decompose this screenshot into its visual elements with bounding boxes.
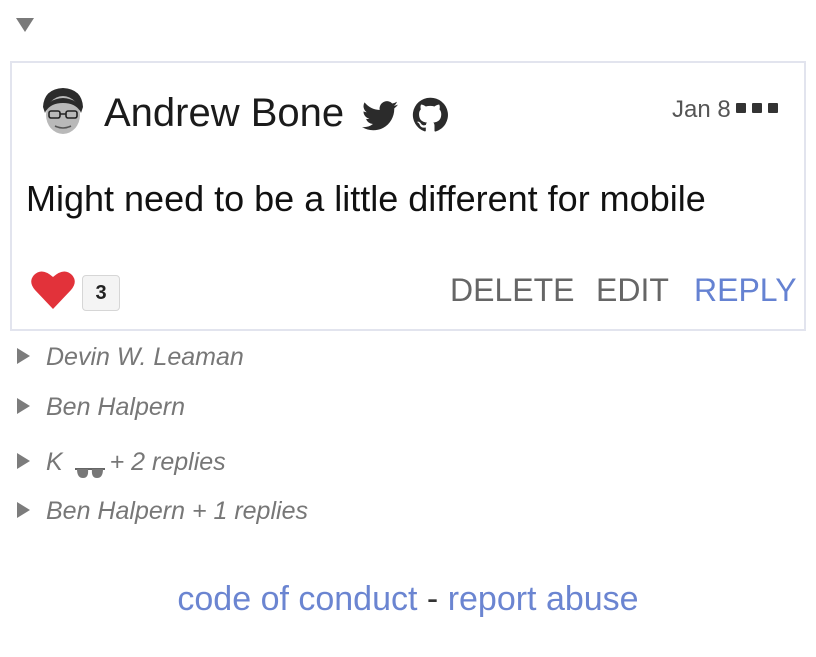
expand-triangle-icon [17,502,30,519]
thread-author: Ben Halpern [46,393,185,421]
comment-card: Andrew Bone Jan 8 Might need to be a lit… [10,61,806,331]
delete-button[interactable]: DELETE [450,270,574,310]
reply-button[interactable]: REPLY [694,270,797,310]
footer-separator: - [426,580,439,618]
collapse-triangle-icon[interactable] [16,18,34,32]
avatar[interactable] [33,81,93,141]
glasses-icon [74,456,106,479]
thread-item[interactable]: Devin W. Leaman [17,341,244,373]
comment-date[interactable]: Jan 8 [672,95,731,125]
more-options-icon[interactable] [736,103,788,115]
heart-icon[interactable] [30,268,76,310]
thread-author: K [46,448,63,476]
thread-item[interactable]: Ben Halpern [17,391,185,423]
author-name[interactable]: Andrew Bone [104,89,344,137]
thread-author: Devin W. Leaman [46,343,244,371]
footer: code of conduct - report abuse [0,578,816,620]
expand-triangle-icon [17,398,30,415]
twitter-icon[interactable] [362,101,398,131]
thread-item[interactable]: K + 2 replies [17,446,226,479]
reaction-count: 3 [82,275,120,311]
github-icon[interactable] [412,97,448,133]
thread-replies: + 1 replies [191,497,308,525]
report-abuse-link[interactable]: report abuse [448,580,639,618]
thread-author: Ben Halpern [46,497,185,525]
edit-button[interactable]: EDIT [596,270,669,310]
expand-triangle-icon [17,453,30,470]
thread-replies: + 2 replies [109,448,226,476]
code-of-conduct-link[interactable]: code of conduct [177,580,417,618]
thread-item[interactable]: Ben Halpern + 1 replies [17,495,308,527]
comment-body: Might need to be a little different for … [26,178,706,219]
expand-triangle-icon [17,348,30,365]
